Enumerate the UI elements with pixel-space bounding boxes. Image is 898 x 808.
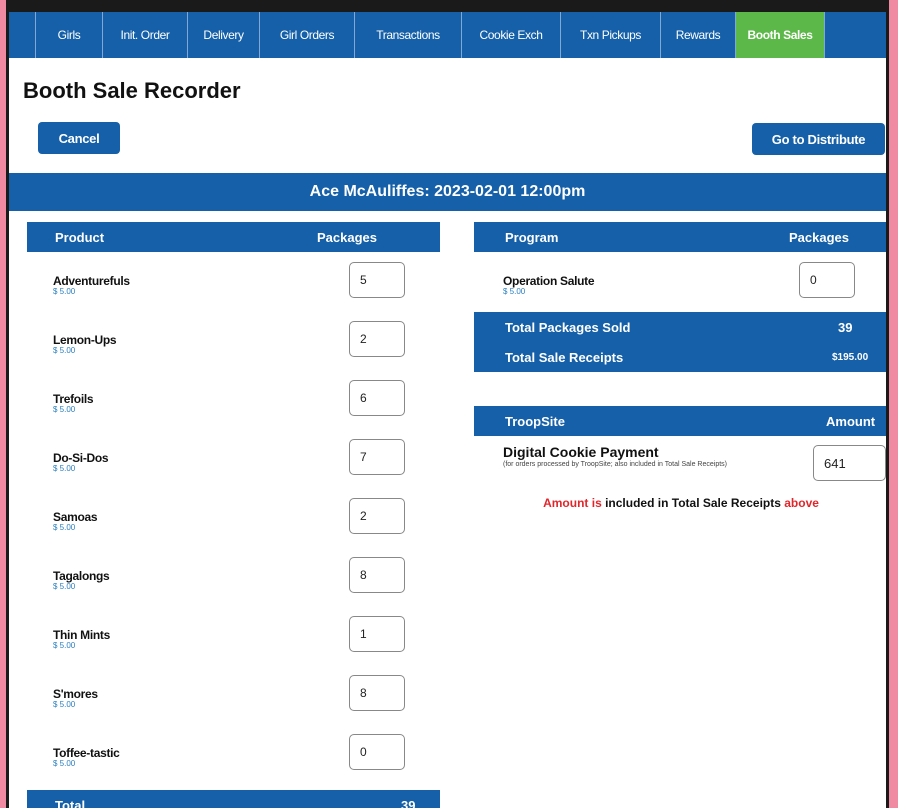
total-packages-value: 39 <box>838 320 853 335</box>
product-qty-input[interactable]: 1 <box>349 616 405 652</box>
tab-transactions[interactable]: Transactions <box>355 12 462 58</box>
booth-banner: Ace McAuliffes: 2023-02-01 12:00pm <box>9 173 886 211</box>
receipts-note-above: above <box>784 496 819 510</box>
tab-girl-orders[interactable]: Girl Orders <box>260 12 355 58</box>
digital-cookie-amount-input[interactable]: 641 <box>813 445 886 481</box>
product-row: S'mores $ 5.00 <box>53 687 98 709</box>
product-row: Tagalongs $ 5.00 <box>53 569 110 591</box>
program-column-header: Program <box>505 230 559 245</box>
product-name: Tagalongs <box>53 569 110 583</box>
product-name: Do-Si-Dos <box>53 451 109 465</box>
product-row: Adventurefuls $ 5.00 <box>53 274 130 296</box>
receipts-note-middle: included in Total Sale Receipts <box>601 496 785 510</box>
program-packages-header: Packages <box>789 230 849 245</box>
troopsite-column-header: TroopSite <box>505 414 565 429</box>
program-qty-input[interactable]: 0 <box>799 262 855 298</box>
product-name: Thin Mints <box>53 628 110 642</box>
digital-cookie-note: (for orders processed by TroopSite; also… <box>503 461 727 468</box>
product-price: $ 5.00 <box>53 405 76 414</box>
total-label: Total <box>55 798 86 808</box>
product-qty-input[interactable]: 2 <box>349 498 405 534</box>
tab-cookie-exch[interactable]: Cookie Exch <box>462 12 561 58</box>
program-row: Operation Salute $ 5.00 <box>503 274 595 296</box>
go-to-distribute-button[interactable]: Go to Distribute <box>752 123 885 155</box>
cancel-button[interactable]: Cancel <box>38 122 120 154</box>
total-receipts-label: Total Sale Receipts <box>505 350 624 365</box>
total-receipts-value: $195.00 <box>832 352 869 363</box>
product-row: Thin Mints $ 5.00 <box>53 628 110 650</box>
tab-init-order[interactable]: Init. Order <box>103 12 188 58</box>
product-row: Toffee-tastic $ 5.00 <box>53 746 120 768</box>
tab-delivery[interactable]: Delivery <box>188 12 260 58</box>
product-price: $ 5.00 <box>53 582 76 591</box>
nav-stub <box>9 12 36 58</box>
digital-cookie-row: Digital Cookie Payment (for orders proce… <box>503 444 773 469</box>
tab-txn-pickups[interactable]: Txn Pickups <box>561 12 661 58</box>
product-name: Toffee-tastic <box>53 746 120 760</box>
product-name: Lemon-Ups <box>53 333 117 347</box>
total-sale-receipts-row: Total Sale Receipts $195.00 <box>474 342 886 372</box>
total-packages-label: Total Packages Sold <box>505 320 631 335</box>
product-price: $ 5.00 <box>53 287 76 296</box>
total-value: 39 <box>401 798 416 808</box>
packages-column-header: Packages <box>317 230 377 245</box>
product-qty-input[interactable]: 2 <box>349 321 405 357</box>
receipts-note: Amount is included in Total Sale Receipt… <box>474 496 886 510</box>
product-row: Do-Si-Dos $ 5.00 <box>53 451 109 473</box>
product-price: $ 5.00 <box>53 346 76 355</box>
product-column-header: Product <box>55 230 105 245</box>
amount-column-header: Amount <box>826 414 876 429</box>
program-price: $ 5.00 <box>503 287 526 296</box>
product-qty-input[interactable]: 6 <box>349 380 405 416</box>
product-row: Samoas $ 5.00 <box>53 510 98 532</box>
program-table-header: Program Packages <box>474 222 886 252</box>
product-qty-input[interactable]: 7 <box>349 439 405 475</box>
product-total-row: Total 39 <box>27 790 440 808</box>
product-qty-input[interactable]: 8 <box>349 675 405 711</box>
product-qty-input[interactable]: 0 <box>349 734 405 770</box>
tab-girls[interactable]: Girls <box>36 12 103 58</box>
product-price: $ 5.00 <box>53 641 76 650</box>
receipts-note-amount: Amount is <box>543 496 602 510</box>
product-row: Lemon-Ups $ 5.00 <box>53 333 117 355</box>
app-frame: Girls Init. Order Delivery Girl Orders T… <box>6 0 889 808</box>
page-title: Booth Sale Recorder <box>23 78 241 103</box>
total-packages-sold-row: Total Packages Sold 39 <box>474 312 886 342</box>
product-name: Trefoils <box>53 392 94 406</box>
product-price: $ 5.00 <box>53 464 76 473</box>
tab-booth-sales[interactable]: Booth Sales <box>736 12 825 58</box>
product-price: $ 5.00 <box>53 700 76 709</box>
product-name: S'mores <box>53 687 98 701</box>
product-name: Samoas <box>53 510 98 524</box>
top-nav: Girls Init. Order Delivery Girl Orders T… <box>9 12 886 58</box>
troopsite-table-header: TroopSite Amount <box>474 406 886 436</box>
product-row: Trefoils $ 5.00 <box>53 392 94 414</box>
product-name: Adventurefuls <box>53 274 130 288</box>
product-table-header: Product Packages <box>27 222 440 252</box>
product-price: $ 5.00 <box>53 759 76 768</box>
digital-cookie-name: Digital Cookie Payment <box>503 444 659 460</box>
product-price: $ 5.00 <box>53 523 76 532</box>
tab-rewards[interactable]: Rewards <box>661 12 736 58</box>
program-name: Operation Salute <box>503 274 595 288</box>
product-qty-input[interactable]: 5 <box>349 262 405 298</box>
product-qty-input[interactable]: 8 <box>349 557 405 593</box>
